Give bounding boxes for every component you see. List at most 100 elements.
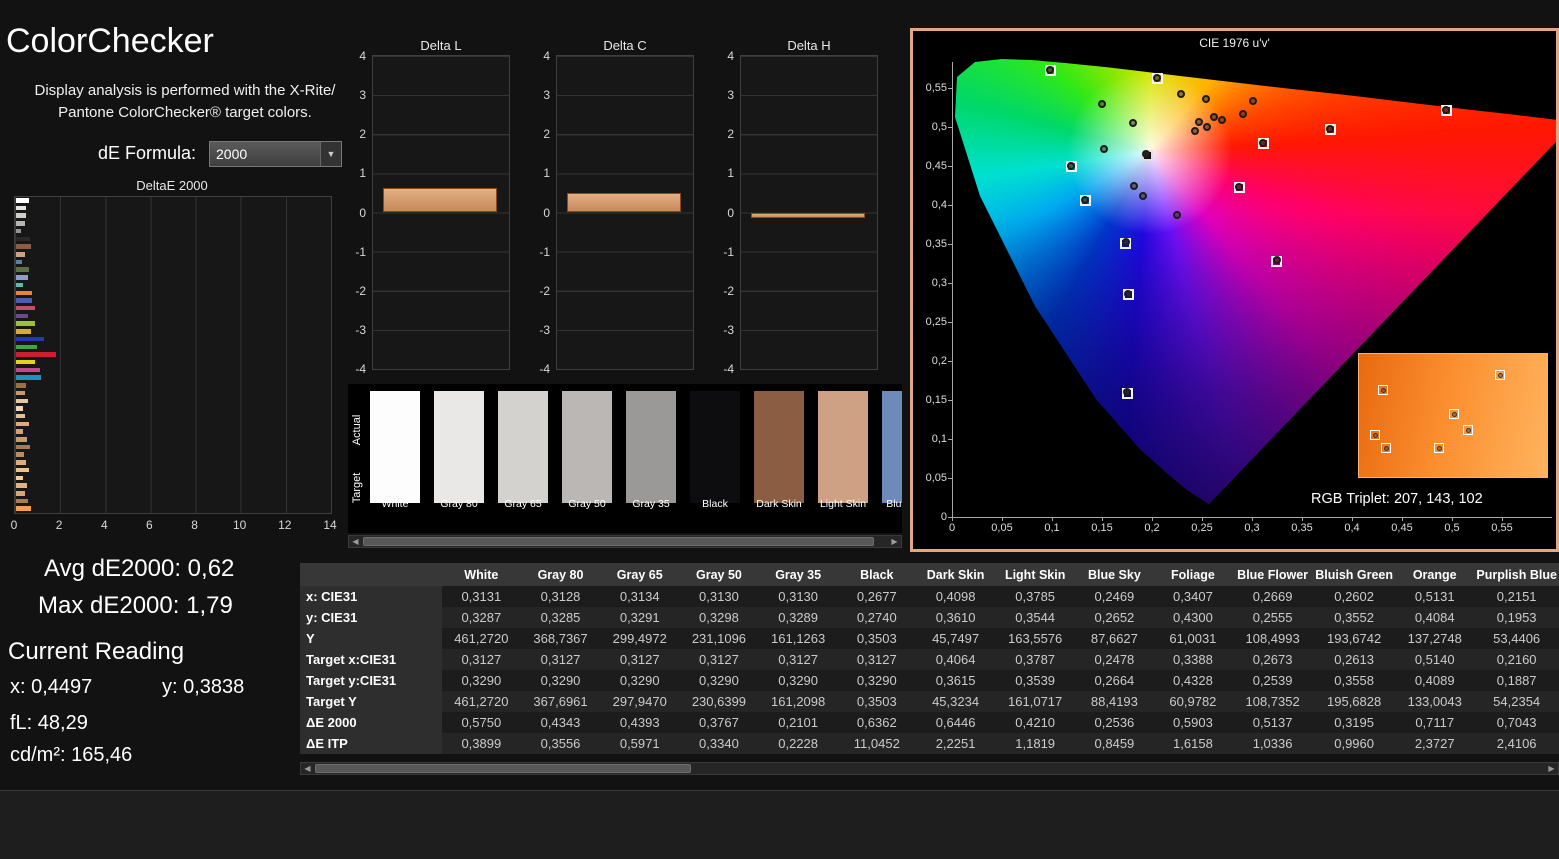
cie-title: CIE 1976 u'v' bbox=[1199, 36, 1270, 50]
table-cell: 0,2160 bbox=[1474, 649, 1559, 670]
swatch-actual bbox=[498, 391, 548, 447]
axis-tick-label: 0 bbox=[10, 518, 18, 532]
swatch-patch bbox=[562, 391, 612, 503]
tick-mark bbox=[948, 361, 952, 362]
swatch-scrollbar-thumb[interactable] bbox=[363, 537, 874, 546]
table-cell: 0,2652 bbox=[1075, 607, 1154, 628]
axis-tick-label: 0,45 bbox=[1391, 522, 1413, 534]
de-formula-dropdown[interactable]: 2000 ▼ bbox=[209, 141, 342, 167]
swatch-label: Gray 80 bbox=[440, 498, 478, 510]
column-header: Black bbox=[837, 563, 916, 586]
table-cell: 0,2555 bbox=[1232, 607, 1314, 628]
scroll-right-icon[interactable]: ▶ bbox=[1545, 763, 1558, 774]
delta-c-title: Delta C bbox=[603, 38, 647, 53]
scroll-left-icon[interactable]: ◀ bbox=[349, 536, 362, 547]
table-cell: 108,7352 bbox=[1232, 691, 1314, 712]
table-cell: 0,5140 bbox=[1395, 649, 1475, 670]
de-bar bbox=[16, 444, 30, 450]
axis-tick-label: 0 bbox=[727, 205, 734, 220]
de-bar bbox=[16, 313, 28, 319]
swatch-patch bbox=[626, 391, 676, 503]
axis-tick-label: 0,15 bbox=[1091, 522, 1113, 534]
table-row: Target Y 461,2720 367,6961 297,9470 230,6399… bbox=[300, 691, 1559, 712]
axis-tick-label: 0,05 bbox=[991, 522, 1013, 534]
axis-tick-label: -1 bbox=[355, 244, 366, 259]
table-cell: 0,4210 bbox=[995, 712, 1076, 733]
tick-mark bbox=[1152, 517, 1153, 521]
chevron-down-icon[interactable]: ▼ bbox=[320, 142, 341, 166]
x-reading: x: 0,4497 bbox=[10, 676, 93, 698]
table-cell: 0,3130 bbox=[679, 586, 759, 607]
de-bar bbox=[16, 290, 32, 295]
table-cell: 163,5576 bbox=[995, 628, 1076, 649]
delta-l-title: Delta L bbox=[420, 38, 462, 53]
table-cell: 161,1263 bbox=[758, 628, 838, 649]
swatch-target bbox=[370, 447, 420, 503]
axis-tick-label: 0,3 bbox=[1244, 522, 1260, 534]
table-cell: 0,5971 bbox=[600, 733, 680, 754]
de-bar bbox=[16, 413, 26, 419]
table-cell: 193,6742 bbox=[1313, 628, 1396, 649]
results-table: White Gray 80 Gray 65 Gray 50 Gray 35 Black Da… bbox=[300, 563, 1559, 754]
axis-tick-label: 0,15 bbox=[925, 394, 947, 406]
tick-mark bbox=[1252, 517, 1253, 521]
scroll-left-icon[interactable]: ◀ bbox=[301, 763, 314, 774]
table-cell: 0,3290 bbox=[600, 670, 680, 691]
table-cell: 0,4098 bbox=[915, 586, 996, 607]
table-cell: 2,4106 bbox=[1474, 733, 1559, 754]
cie-zoom-inset bbox=[1358, 353, 1548, 478]
table-cell: 0,3127 bbox=[600, 649, 680, 670]
tick-mark bbox=[948, 322, 952, 323]
cie-measured-marker bbox=[1202, 94, 1210, 103]
cie-measured-marker bbox=[1124, 289, 1132, 298]
swatch-scrollbar[interactable]: ◀ ▶ bbox=[348, 535, 902, 548]
cie-measured-marker bbox=[1195, 117, 1203, 126]
de-bar bbox=[16, 375, 42, 380]
swatch-label: Dark Skin bbox=[756, 498, 802, 510]
table-cell: 299,4972 bbox=[600, 628, 680, 649]
column-header: Orange bbox=[1395, 563, 1475, 586]
swatch-target bbox=[626, 447, 676, 503]
axis-tick-label: 0,2 bbox=[1144, 522, 1160, 534]
inset-measured-marker bbox=[1497, 372, 1503, 378]
table-scrollbar-thumb[interactable] bbox=[315, 764, 691, 773]
table-cell: 0,7117 bbox=[1395, 712, 1475, 733]
delta-c-chart bbox=[556, 55, 694, 370]
table-cell: 2,2251 bbox=[915, 733, 996, 754]
de-bar bbox=[16, 390, 25, 396]
de-bar bbox=[16, 491, 26, 496]
axis-tick-label: 3 bbox=[359, 88, 366, 103]
de-bar bbox=[16, 421, 29, 427]
row-label: ΔE ITP bbox=[300, 733, 442, 754]
swatch-patch bbox=[754, 391, 804, 503]
tick-mark bbox=[1452, 517, 1453, 521]
tick-mark bbox=[948, 205, 952, 206]
axis-tick-label: 0,3 bbox=[931, 277, 947, 289]
axis-tick-label: 3 bbox=[543, 88, 550, 103]
table-cell: 0,4089 bbox=[1395, 670, 1475, 691]
table-row: Target x:CIE31 0,3127 0,3127 0,3127 0,3127 0,… bbox=[300, 649, 1559, 670]
table-cell: 0,1953 bbox=[1474, 607, 1559, 628]
table-scrollbar[interactable]: ◀ ▶ bbox=[300, 762, 1559, 775]
column-header: Purplish Blue bbox=[1474, 563, 1559, 586]
table-cell: 461,2720 bbox=[441, 628, 521, 649]
table-cell: 45,3234 bbox=[915, 691, 996, 712]
de-bar bbox=[16, 460, 26, 465]
delta-l-chart bbox=[372, 55, 510, 370]
scroll-right-icon[interactable]: ▶ bbox=[888, 536, 901, 547]
de-bar bbox=[16, 298, 32, 303]
axis-tick-label: 4 bbox=[543, 49, 550, 63]
inset-measured-marker bbox=[1465, 427, 1471, 433]
de-bar bbox=[16, 383, 27, 388]
table-cell: 0,2602 bbox=[1313, 586, 1396, 607]
swatch-patch bbox=[818, 391, 868, 503]
table-cell: 0,3285 bbox=[520, 607, 601, 628]
swatch-actual bbox=[370, 391, 420, 447]
axis-tick-label: 0,35 bbox=[925, 238, 947, 250]
de-formula-label: dE Formula: bbox=[98, 143, 197, 163]
column-header: Gray 80 bbox=[520, 563, 601, 586]
target-row-label: Target bbox=[351, 472, 363, 504]
de-bar bbox=[16, 198, 29, 203]
de-bar bbox=[16, 228, 21, 234]
table-cell: 0,5137 bbox=[1232, 712, 1314, 733]
